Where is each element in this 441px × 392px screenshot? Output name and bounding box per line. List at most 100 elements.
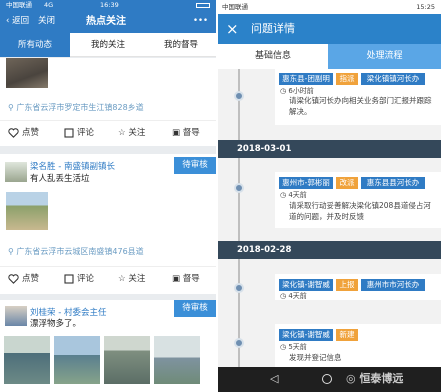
left-phone-screen: 中国联通 4G 16:39 ‹ 返回 关闭 热点关注 ••• 所有动态 我的关注…	[0, 0, 216, 392]
target-tag: 惠东县县河长办	[361, 177, 425, 189]
avatar[interactable]	[5, 306, 27, 326]
follow-label: 关注	[128, 128, 146, 138]
clock: 16:39	[100, 1, 119, 9]
post-text: 有人乱丢生活垃	[30, 174, 90, 184]
action-tag: 指派	[336, 73, 358, 85]
feed-post: 刘桂荣 - 村委会主任 待审核 漂浮物多了。	[0, 300, 216, 392]
watermark-text: 恒泰博远	[359, 372, 404, 385]
timeline-dot	[234, 338, 244, 348]
top-header: ‹ 返回 关闭 热点关注 •••	[0, 11, 216, 33]
follow-button[interactable]: ☆ 关注	[118, 121, 145, 145]
poster-name[interactable]: 刘桂荣 - 村委会主任	[30, 306, 106, 318]
like-button[interactable]: 点赞	[8, 121, 39, 145]
android-nav-bar: ◁ ◎ 恒泰博远	[218, 367, 441, 392]
entry-time: ◷ 4天前	[280, 190, 307, 200]
post-location: ⚲ 广东省云浮市云城区南盛镇476县道	[8, 246, 144, 257]
star-icon: ☆	[118, 128, 129, 138]
star-icon: ☆	[118, 274, 129, 284]
date-separator: 2018-02-28	[218, 241, 441, 259]
supervise-button[interactable]: ▣ 督导	[172, 121, 200, 145]
supervise-icon: ▣	[172, 128, 183, 138]
entry-body: 请梁化镇河长办向相关业务部门汇报并跟踪解决。	[289, 96, 432, 116]
action-tag: 新建	[336, 329, 358, 341]
status-badge: 待审核	[174, 157, 216, 174]
home-nav-icon[interactable]	[322, 374, 332, 384]
like-label: 点赞	[22, 128, 40, 138]
post-actions: 点赞 评论 ☆ 关注 ▣ 督导	[0, 120, 216, 144]
like-label: 点赞	[22, 274, 40, 284]
comment-icon	[64, 273, 74, 284]
like-button[interactable]: 点赞	[8, 267, 39, 291]
comment-icon	[64, 127, 74, 138]
location-text: 广东省云浮市罗定市生江镇828乡道	[16, 103, 144, 112]
post-text: 漂浮物多了。	[30, 319, 82, 329]
timeline-entry: 梁化镇-谢智威 新建 ◷ 5天前 发现并登记信息	[275, 324, 441, 367]
handler-tag: 梁化镇-谢智威	[279, 279, 333, 291]
tab-all-updates[interactable]: 所有动态	[0, 33, 70, 57]
post-photo[interactable]	[4, 336, 50, 384]
supervise-label: 督导	[182, 274, 200, 284]
avatar[interactable]	[5, 162, 27, 182]
poster-name[interactable]: 梁名胜 - 南盛镇副镇长	[30, 160, 115, 172]
close-button[interactable]: 关闭	[38, 16, 55, 27]
more-icon[interactable]: •••	[193, 16, 208, 27]
comment-label: 评论	[77, 274, 95, 284]
feed-post: ⚲ 广东省云浮市罗定市生江镇828乡道 点赞 评论 ☆ 关注 ▣ 督导	[0, 58, 216, 146]
entry-time: ◷ 5天前	[280, 342, 307, 352]
follow-label: 关注	[128, 274, 146, 284]
tab-basic-info[interactable]: 基础信息	[218, 44, 328, 69]
carrier-label: 中国联通	[6, 1, 32, 9]
timeline-entry: 梁化镇-谢智威 上报 惠州市市河长办 ◷ 4天前	[275, 274, 441, 300]
location-text: 广东省云浮市云城区南盛镇476县道	[16, 247, 144, 256]
timeline-line	[238, 69, 240, 367]
comment-button[interactable]: 评论	[64, 267, 94, 291]
clock: 15:25	[416, 3, 435, 11]
timeline-entry: 惠州市-郭彬丽 改派 惠东县县河长办 ◷ 4天前 请采取行动妥善解决梁化镇208…	[275, 172, 441, 228]
time-text: 6小时前	[288, 87, 314, 95]
supervise-button[interactable]: ▣ 督导	[172, 267, 200, 291]
tab-my-follows[interactable]: 我的关注	[72, 33, 144, 57]
back-nav-icon[interactable]: ◁	[270, 372, 278, 385]
entry-body: 发现并登记信息	[289, 353, 342, 362]
handler-tag: 梁化镇-谢智威	[279, 329, 333, 341]
right-phone-screen: 中国联通 15:25 × 问题详情 基础信息 处理流程 惠东县-团副明 指派 梁…	[218, 0, 441, 392]
status-badge: 待审核	[174, 300, 216, 317]
post-photo[interactable]	[54, 336, 100, 384]
post-location: ⚲ 广东省云浮市罗定市生江镇828乡道	[8, 102, 144, 113]
heart-icon	[8, 127, 19, 138]
target-tag: 惠州市市河长办	[361, 279, 425, 291]
action-tag: 改派	[336, 177, 358, 189]
watermark: ◎ 恒泰博远	[346, 371, 403, 387]
comment-button[interactable]: 评论	[64, 121, 94, 145]
time-text: 5天前	[288, 343, 307, 351]
network-label: 4G	[44, 1, 54, 9]
comment-label: 评论	[77, 128, 95, 138]
status-bar: 中国联通 15:25	[218, 0, 441, 14]
supervise-label: 督导	[182, 128, 200, 138]
timeline-dot	[234, 283, 244, 293]
follow-button[interactable]: ☆ 关注	[118, 267, 145, 291]
entry-body: 请采取行动妥善解决梁化镇208县道侵占河道的问题，并及时反馈	[289, 201, 431, 221]
status-bar: 中国联通 4G 16:39	[0, 0, 216, 11]
post-photo[interactable]	[6, 192, 48, 230]
tab-process-flow[interactable]: 处理流程	[328, 44, 441, 69]
entry-time: ◷ 4天前	[280, 291, 307, 301]
top-header: × 问题详情	[218, 14, 441, 44]
post-actions: 点赞 评论 ☆ 关注 ▣ 督导	[0, 266, 216, 290]
post-photo[interactable]	[104, 336, 150, 384]
time-text: 4天前	[288, 191, 307, 199]
post-photo[interactable]	[154, 336, 200, 384]
battery-icon	[196, 3, 210, 8]
post-photo[interactable]	[6, 58, 48, 88]
page-title: 热点关注	[86, 16, 126, 27]
supervise-icon: ▣	[172, 274, 183, 284]
watermark-logo-icon: ◎	[346, 372, 360, 385]
feed-tabs: 所有动态 我的关注 我的督导	[0, 33, 216, 57]
page-title: 问题详情	[251, 22, 295, 35]
tab-my-supervision[interactable]: 我的督导	[146, 33, 216, 57]
heart-icon	[8, 273, 19, 284]
close-icon[interactable]: ×	[226, 19, 239, 39]
timeline-entry: 惠东县-团副明 指派 梁化镇镇河长办 ◷ 6小时前 请梁化镇河长办向相关业务部门…	[275, 69, 441, 125]
back-button[interactable]: ‹ 返回	[6, 16, 29, 27]
date-separator: 2018-03-01	[218, 140, 441, 158]
